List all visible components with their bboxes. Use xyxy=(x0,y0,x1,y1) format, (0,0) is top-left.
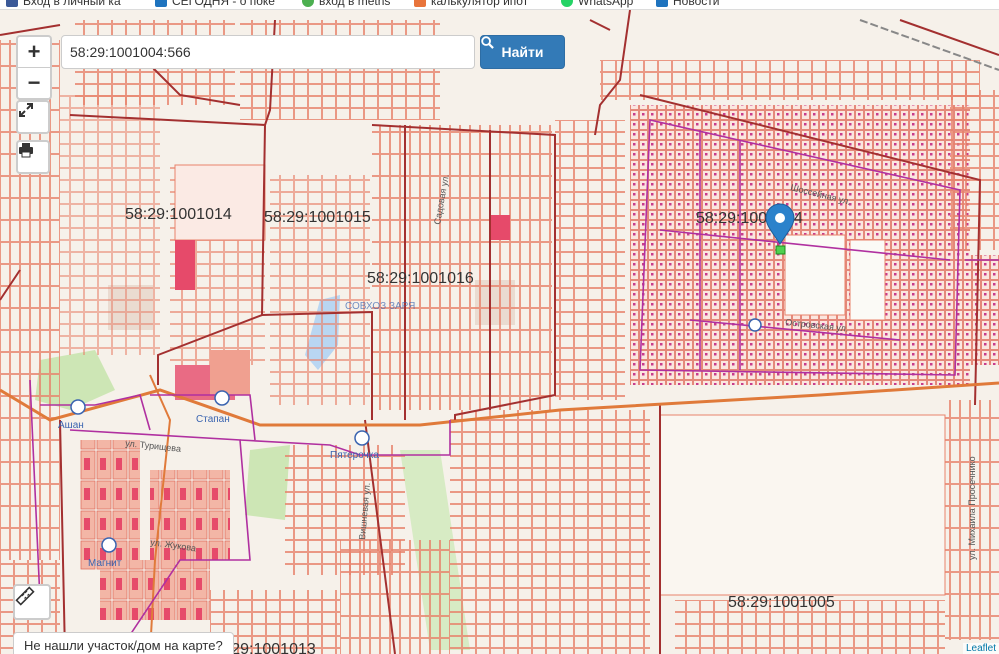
facebook-icon xyxy=(6,0,18,7)
cadastral-quarter-label: 58:29:1001005 xyxy=(728,594,835,611)
svg-text:Ашан: Ашан xyxy=(58,420,84,431)
cadastral-quarter-label: 58:29:1001015 xyxy=(264,209,371,226)
bookmarks-bar: Вход в личный ка СЕГОДНЯ - о поке вход в… xyxy=(0,0,999,10)
zoom-in-button[interactable]: + xyxy=(18,37,50,67)
print-button[interactable] xyxy=(16,140,50,174)
vacant-parcel xyxy=(659,414,946,596)
parcel-grid-built xyxy=(965,255,999,365)
site-icon xyxy=(155,0,167,7)
building xyxy=(175,240,195,290)
cadastral-quarter-label: 58:29:1001014 xyxy=(125,206,232,223)
ruler-icon xyxy=(15,586,35,606)
sovkhoz-label: СОВХОЗ ЗАРЯ xyxy=(345,301,415,312)
svg-text:Пятерочка: Пятерочка xyxy=(330,450,379,461)
shop-icon xyxy=(101,537,117,553)
parcel-grid xyxy=(372,125,552,410)
parcel-grid xyxy=(340,540,450,654)
bookmark-item[interactable]: вход в metns xyxy=(302,0,390,8)
parcel-grid xyxy=(555,120,625,400)
whatsapp-icon xyxy=(561,0,573,7)
vacant-parcel xyxy=(784,234,846,316)
building xyxy=(490,215,510,240)
cadastral-search-input[interactable] xyxy=(61,35,475,69)
bookmark-item[interactable]: Новости xyxy=(656,0,719,8)
not-found-link[interactable]: Не нашли участок/дом на карте? xyxy=(13,632,234,654)
zoom-out-button[interactable]: − xyxy=(18,67,50,98)
bookmark-item[interactable]: Вход в личный ка xyxy=(6,0,121,8)
leaflet-attribution[interactable]: Leaflet xyxy=(962,643,999,654)
building xyxy=(210,350,250,395)
green-area xyxy=(245,445,290,520)
fullscreen-button[interactable] xyxy=(16,100,50,134)
parcel-grid xyxy=(600,60,980,100)
parcel-grid xyxy=(950,90,999,250)
bookmark-item[interactable]: СЕГОДНЯ - о поке xyxy=(155,0,275,8)
expand-icon xyxy=(19,103,33,117)
printer-icon xyxy=(19,143,33,158)
cadastral-quarter-label: 58:29:1001016 xyxy=(367,270,474,287)
selected-parcel xyxy=(775,245,786,255)
shop-icon xyxy=(748,318,762,332)
parcel-grid xyxy=(450,410,650,654)
search-button-label: Найти xyxy=(501,44,544,60)
measure-tool-button[interactable] xyxy=(13,584,51,620)
zoom-control: + − xyxy=(16,35,52,100)
parcel-grid xyxy=(60,95,160,355)
bookmark-item[interactable]: калькулятор ипот xyxy=(414,0,528,8)
site-icon xyxy=(302,0,314,7)
news-icon xyxy=(656,0,668,7)
svg-text:Стапан: Стапан xyxy=(196,414,230,425)
map-canvas[interactable]: Ашан Стапан Пятерочка Магнит СОВХОЗ ЗАРЯ… xyxy=(0,10,999,654)
shop-icon xyxy=(70,399,86,415)
search-icon xyxy=(481,36,494,49)
calculator-icon xyxy=(414,0,426,7)
vacant-parcel xyxy=(174,164,266,241)
search-button[interactable]: Найти xyxy=(480,35,565,69)
cadastral-map[interactable]: Ашан Стапан Пятерочка Магнит СОВХОЗ ЗАРЯ… xyxy=(0,10,999,654)
shop-icon xyxy=(214,390,230,406)
street-label: ул. Михаила Просечнико xyxy=(967,456,977,560)
shop-icon xyxy=(354,430,370,446)
svg-text:Магнит: Магнит xyxy=(88,558,122,569)
bookmark-item[interactable]: WhatsApp xyxy=(561,0,633,8)
